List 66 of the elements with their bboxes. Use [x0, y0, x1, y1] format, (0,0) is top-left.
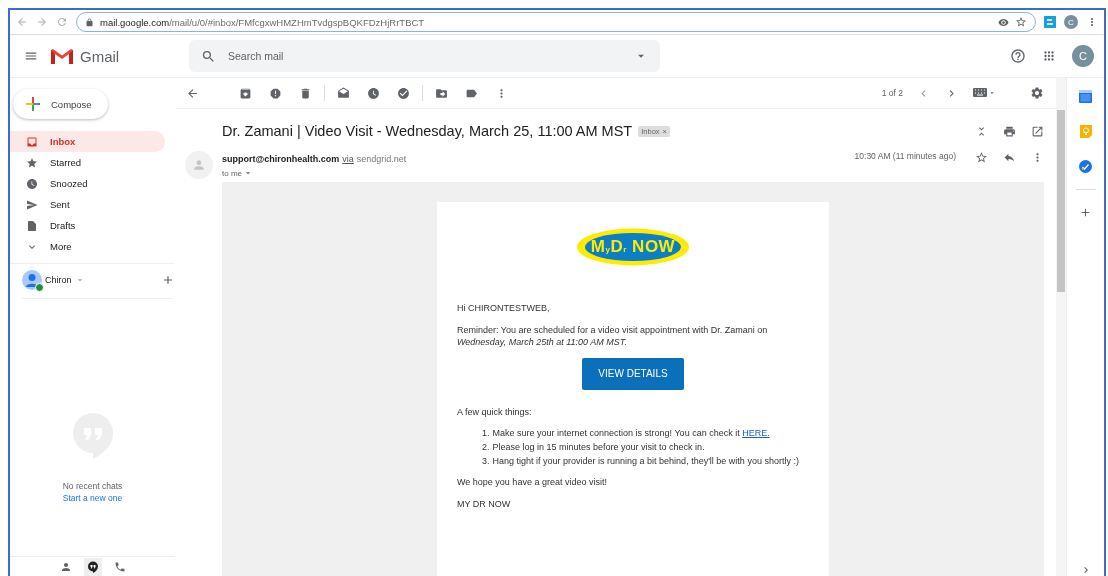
back-arrow-icon[interactable]	[186, 86, 199, 100]
list-item-text: Please log in 15 minutes before your visit to check in.	[492, 440, 705, 454]
empty-chats-text: No recent chats	[62, 480, 123, 491]
apps-grid-icon[interactable]	[1042, 49, 1056, 63]
sender-line: support@chironhealth.com via sendgrid.net	[222, 154, 408, 164]
page-counter: 1 of 2	[881, 88, 903, 98]
keyboard-icon[interactable]	[973, 88, 996, 98]
plus-icon	[25, 96, 41, 112]
tasks-check-icon[interactable]	[1079, 160, 1092, 173]
mark-unread-icon[interactable]	[337, 86, 350, 100]
add-task-icon[interactable]	[397, 86, 410, 100]
scrollbar-thumb[interactable]	[1057, 110, 1065, 292]
search-icon[interactable]	[201, 48, 216, 64]
star-outline-icon[interactable]	[975, 151, 988, 164]
delete-icon[interactable]	[299, 86, 312, 100]
sidebar-item[interactable]: Sent	[10, 194, 165, 215]
reminder-paragraph: Reminder: You are scheduled for a video visit appointment with Dr. Zamani on Wednesday, March 25th at 11:00 AM MST.	[457, 323, 769, 349]
search-field[interactable]: Search mail	[189, 40, 660, 72]
greeting-text: Hi CHIRONTESTWEB,	[457, 302, 551, 315]
open-new-window-icon[interactable]	[1031, 124, 1044, 138]
settings-icon[interactable]	[1030, 86, 1044, 100]
print-icon[interactable]	[1003, 124, 1016, 138]
app-name: Gmail	[80, 47, 120, 65]
sidebar-item[interactable]: Starred	[10, 152, 165, 173]
archive-icon[interactable]	[239, 86, 252, 100]
clock-icon	[26, 177, 38, 190]
message-time: 10:30 AM (11 minutes ago)	[854, 151, 956, 163]
contacts-icon[interactable]	[59, 560, 72, 573]
list-number: 2.	[482, 440, 490, 454]
file-icon	[26, 219, 38, 232]
sidebar-item[interactable]: Inbox	[10, 131, 165, 152]
email-subject: Dr. Zamani | Video Visit - Wednesday, March 25, 11:00 AM MST	[222, 123, 633, 139]
send-icon	[26, 198, 38, 211]
user-avatar[interactable]	[22, 270, 42, 290]
view-details-button[interactable]: VIEW DETAILS	[582, 357, 684, 390]
list-number: 1.	[482, 427, 490, 440]
compose-button[interactable]: Compose	[13, 89, 108, 119]
chat-user-name[interactable]: Chiron	[45, 275, 72, 285]
move-to-folder-icon[interactable]	[435, 86, 448, 100]
help-icon[interactable]	[1010, 48, 1026, 64]
check-link[interactable]: HERE.	[742, 428, 770, 439]
sidebar-item[interactable]: Snoozed	[10, 173, 165, 194]
lock-icon	[85, 17, 94, 27]
recipient-dropdown[interactable]: to me	[222, 168, 846, 178]
sidebar-item[interactable]: More	[10, 236, 165, 257]
report-spam-icon[interactable]	[269, 86, 282, 100]
snooze-clock-icon[interactable]	[367, 86, 380, 100]
list-item-text: Hang tight if your provider is running a bit behind, they'll be with you shortly :)	[492, 454, 799, 468]
list-number: 3.	[482, 454, 490, 468]
sender-avatar	[185, 151, 213, 179]
hangouts-tab-icon[interactable]	[83, 557, 102, 576]
phone-icon[interactable]	[113, 560, 126, 573]
start-chat-link[interactable]: Start a new one	[62, 492, 123, 503]
inbox-icon	[26, 135, 38, 148]
list-item-text: Make sure your internet connection is strong! You can check it HERE.	[492, 427, 770, 440]
add-icon[interactable]	[161, 273, 175, 287]
closing-text: We hope you have a great video visit!	[457, 476, 608, 489]
star-icon	[26, 156, 38, 169]
signature-text: MY DR NOW	[457, 497, 512, 511]
sidebar-item[interactable]: Drafts	[10, 215, 165, 236]
bookmark-star-icon[interactable]	[1015, 16, 1027, 28]
calendar-icon[interactable]	[1079, 90, 1092, 103]
eye-icon[interactable]	[998, 16, 1009, 28]
add-addon-icon[interactable]	[1079, 206, 1092, 219]
gmail-logo-icon[interactable]	[50, 47, 74, 65]
intro-text: A few quick things:	[457, 405, 533, 419]
